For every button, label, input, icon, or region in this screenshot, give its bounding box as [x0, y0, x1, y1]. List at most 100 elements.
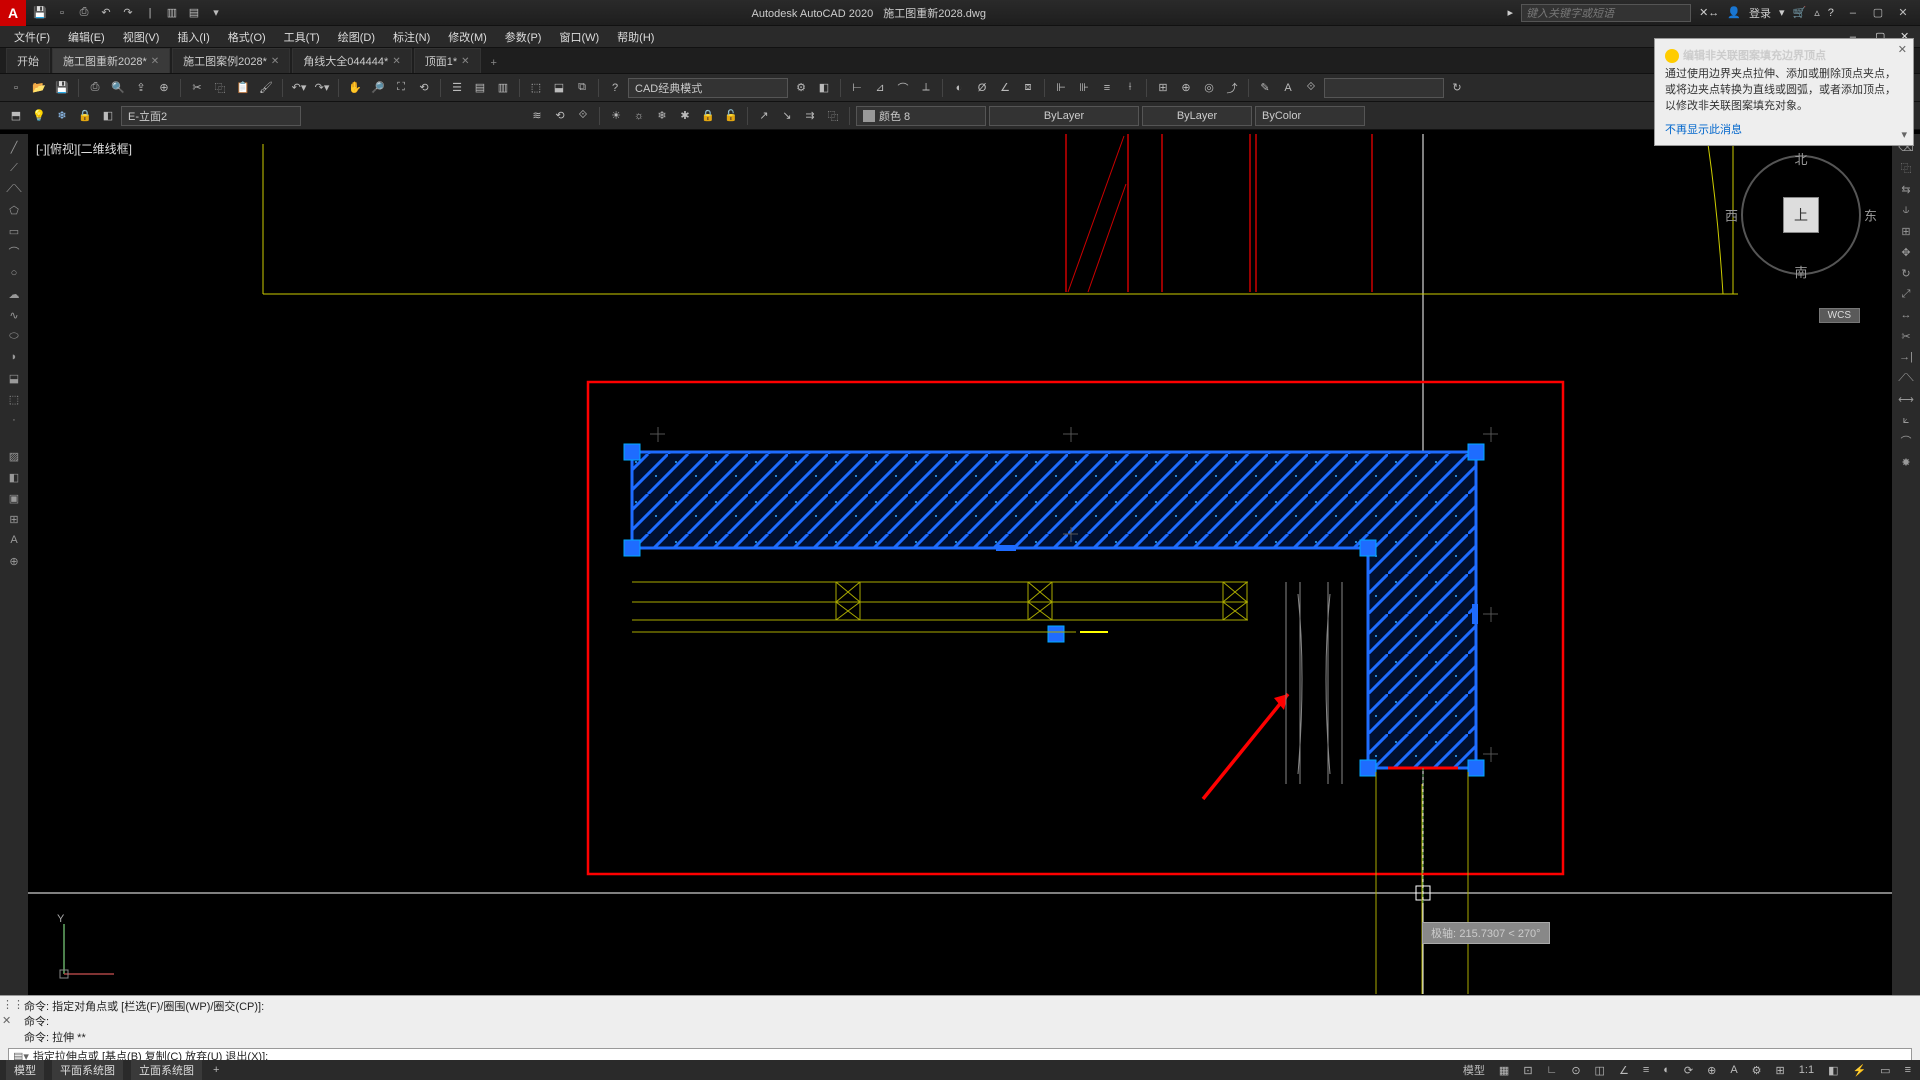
ws-save-icon[interactable]: ◧ [814, 78, 834, 98]
polar-icon[interactable]: ⊙ [1568, 1064, 1583, 1077]
move-icon[interactable]: ✥ [1897, 243, 1915, 261]
sheet-icon[interactable]: ▤ [470, 78, 490, 98]
annomon-icon[interactable]: ⊞ [1773, 1064, 1788, 1077]
minparent-icon[interactable]: – [1842, 7, 1864, 19]
wcs-label[interactable]: WCS [1819, 308, 1860, 323]
menu-param[interactable]: 参数(P) [497, 27, 550, 47]
laymatch-icon[interactable]: ≋ [527, 106, 547, 126]
viewcube-west[interactable]: 西 [1725, 206, 1738, 225]
workspace-combo[interactable]: CAD经典模式 [628, 78, 788, 98]
menu-modify[interactable]: 修改(M) [440, 27, 495, 47]
layer-on-icon[interactable]: 💡 [29, 106, 49, 126]
region-icon[interactable]: ▣ [5, 489, 23, 507]
help-icon[interactable]: ? [1828, 7, 1834, 19]
cart-icon[interactable]: 🛒 [1793, 6, 1807, 19]
tab-close-icon[interactable]: ✕ [392, 56, 400, 67]
dimupdate-icon[interactable]: ↻ [1447, 78, 1467, 98]
layiso-icon[interactable]: ⟐ [573, 106, 593, 126]
block-icon[interactable]: ⬚ [5, 390, 23, 408]
save-icon[interactable]: 💾 [52, 78, 72, 98]
zoomwin-icon[interactable]: ⛶ [391, 78, 411, 98]
block-icon[interactable]: ⬚ [526, 78, 546, 98]
layfrz-icon[interactable]: ✱ [675, 106, 695, 126]
laylck-icon[interactable]: 🔒 [698, 106, 718, 126]
pan-icon[interactable]: ✋ [345, 78, 365, 98]
extend-icon[interactable]: →| [1897, 348, 1915, 366]
circle-icon[interactable]: ○ [5, 264, 23, 282]
etransmit-icon[interactable]: ⊕ [154, 78, 174, 98]
pline-icon[interactable]: ⟋⟍ [5, 180, 23, 198]
ellipsearc-icon[interactable]: ◗ [5, 348, 23, 366]
point-icon[interactable]: · [5, 411, 23, 429]
viewcube-south[interactable]: 南 [1794, 262, 1807, 281]
dim-aligned-icon[interactable]: ⊿ [870, 78, 890, 98]
viewcube-face[interactable]: 上 [1783, 197, 1819, 233]
layer-freeze-icon[interactable]: ❄ [52, 106, 72, 126]
xline-icon[interactable]: ⟋ [5, 159, 23, 177]
publish-icon[interactable]: ⇪ [131, 78, 151, 98]
array-icon[interactable]: ⊞ [1897, 222, 1915, 240]
zoomprev-icon[interactable]: ⟲ [414, 78, 434, 98]
rotate-icon[interactable]: ↻ [1897, 264, 1915, 282]
tab-close-icon[interactable]: ✕ [271, 56, 279, 67]
ellipse-icon[interactable]: ⬭ [5, 327, 23, 345]
layout-tab-2[interactable]: 立面系统图 [131, 1060, 202, 1080]
menu-window[interactable]: 窗口(W) [551, 27, 607, 47]
dimstyle-combo[interactable] [1324, 78, 1444, 98]
maxparent-icon[interactable]: ▢ [1867, 6, 1889, 19]
transparency-icon[interactable]: ◐ [1660, 1064, 1673, 1076]
open-icon[interactable]: ▥ [164, 5, 180, 21]
login-label[interactable]: 登录 [1749, 5, 1771, 21]
app-icon[interactable]: A [0, 0, 26, 26]
color-combo[interactable]: 颜色 8 [856, 106, 986, 126]
tolerance-icon[interactable]: ⊞ [1153, 78, 1173, 98]
layer-lock-icon[interactable]: 🔒 [75, 106, 95, 126]
dimstyle-icon[interactable]: ⟐ [1301, 78, 1321, 98]
command-line[interactable]: ⋮⋮ ✕ 命令: 指定对角点或 [栏选(F)/圈围(WP)/圈交(CP)]: 命… [0, 995, 1920, 1060]
new-icon[interactable]: ▫ [6, 78, 26, 98]
hint-close-icon[interactable]: ✕ [1898, 43, 1907, 56]
fillet-icon[interactable]: ⌒ [1897, 432, 1915, 450]
exchange-icon[interactable]: ✕↔ [1699, 6, 1719, 19]
scale-icon[interactable]: ⤢ [1897, 285, 1915, 303]
insert-icon[interactable]: ⬓ [5, 369, 23, 387]
cmd-handle-icon[interactable]: ⋮⋮ [2, 998, 24, 1011]
laywalk-icon[interactable]: ⇉ [800, 106, 820, 126]
menu-file[interactable]: 文件(F) [6, 27, 58, 47]
dim-arc-icon[interactable]: ⌒ [893, 78, 913, 98]
copy-icon[interactable]: ⿻ [210, 78, 230, 98]
tab-start[interactable]: 开始 [6, 48, 50, 73]
spline-icon[interactable]: ∿ [5, 306, 23, 324]
a360-icon[interactable]: ▾ [1779, 6, 1785, 19]
layon-icon[interactable]: ☀ [606, 106, 626, 126]
open-icon[interactable]: 📂 [29, 78, 49, 98]
tab-new-icon[interactable]: + [483, 53, 505, 73]
polygon-icon[interactable]: ⬠ [5, 201, 23, 219]
hint-dropdown-icon[interactable]: ▾ [1901, 128, 1907, 141]
cmd-close-icon[interactable]: ✕ [2, 1014, 11, 1027]
trim-icon[interactable]: ✂ [1897, 327, 1915, 345]
dim-dia-icon[interactable]: Ø [972, 78, 992, 98]
table-icon[interactable]: ⊞ [5, 510, 23, 528]
viewcube-north[interactable]: 北 [1794, 149, 1807, 168]
laymcur-icon[interactable]: ↘ [777, 106, 797, 126]
closeparent-icon[interactable]: ✕ [1892, 6, 1914, 19]
line-icon[interactable]: ╱ [5, 138, 23, 156]
layer-combo[interactable]: E-立面2 [121, 106, 301, 126]
menu-tools[interactable]: 工具(T) [276, 27, 328, 47]
view-cube[interactable]: 上 北 南 西 东 [1726, 140, 1876, 290]
tab-doc2[interactable]: 施工图案例2028*✕ [172, 48, 290, 73]
explode-icon[interactable]: ✸ [1897, 453, 1915, 471]
hatch-icon[interactable]: ▨ [5, 447, 23, 465]
hint-dismiss-link[interactable]: 不再显示此消息 [1665, 121, 1742, 137]
share-icon[interactable]: ▤ [186, 5, 202, 21]
laycur-icon[interactable]: ↗ [754, 106, 774, 126]
ws-icon[interactable]: ⚙ [1749, 1064, 1765, 1077]
dim-quick-icon[interactable]: ⧈ [1018, 78, 1038, 98]
annot-icon[interactable]: A [1727, 1064, 1740, 1076]
tab-doc1[interactable]: 施工图重新2028*✕ [52, 48, 170, 73]
dimedit-icon[interactable]: ✎ [1255, 78, 1275, 98]
viewcube-east[interactable]: 东 [1864, 206, 1877, 225]
plotstyle-combo[interactable]: ByColor [1255, 106, 1365, 126]
db-icon[interactable]: ⬓ [549, 78, 569, 98]
